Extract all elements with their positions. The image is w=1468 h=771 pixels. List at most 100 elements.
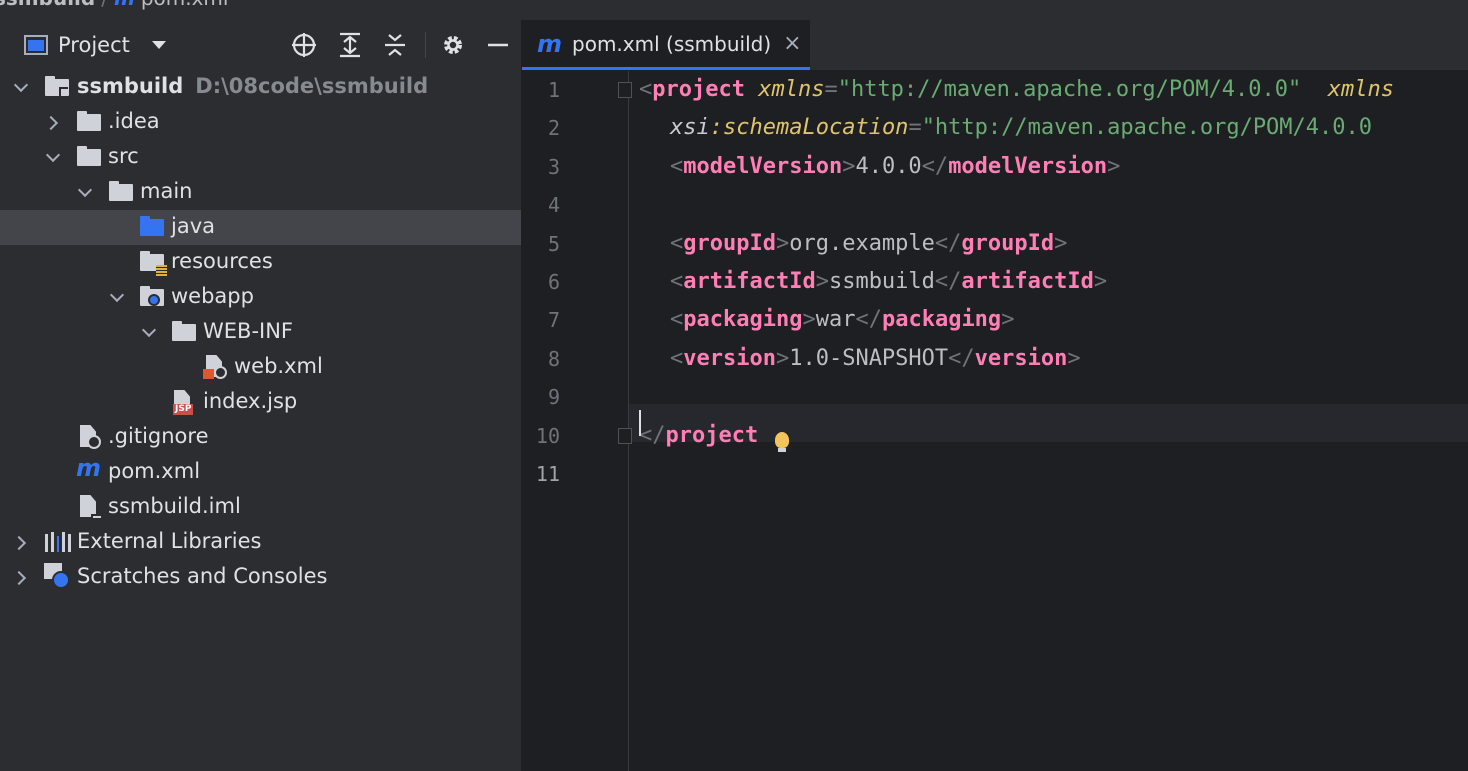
- web-xml-file-icon: [203, 355, 227, 379]
- jsp-file-icon: JSP: [171, 390, 195, 415]
- tree-item-label: External Libraries: [77, 529, 262, 553]
- line-number: 11: [535, 462, 560, 486]
- tree-item-label: java: [171, 214, 215, 238]
- line-number: 5: [547, 232, 560, 256]
- chevron-down-icon: [151, 41, 166, 49]
- tree-item-label: index.jsp: [203, 389, 298, 413]
- tree-item-webapp[interactable]: webapp: [0, 280, 521, 315]
- editor-area: m pom.xml (ssmbuild) × 1 2 3 4 5 6 7 8 9…: [522, 20, 1468, 771]
- code-line-7: <packaging>war</packaging>: [670, 307, 1015, 332]
- chevron-right-icon[interactable]: [47, 116, 59, 128]
- project-tool-window: Project ssmbuild D:\08code\ssmbuild .ide…: [0, 20, 522, 771]
- tree-item-web-xml[interactable]: web.xml: [0, 350, 521, 385]
- tree-item-label: webapp: [171, 284, 254, 308]
- expand-all-button[interactable]: [335, 30, 365, 60]
- tree-item-java[interactable]: java: [0, 210, 521, 245]
- tree-item-label: web.xml: [234, 354, 323, 378]
- code-line-1: <project xmlns="http://maven.apache.org/…: [639, 77, 1395, 102]
- chevron-down-icon[interactable]: [78, 186, 90, 198]
- text-cursor: [639, 410, 641, 436]
- folder-icon: [77, 145, 101, 169]
- module-folder-icon: [45, 75, 69, 99]
- chevron-down-icon[interactable]: [14, 81, 26, 93]
- line-number: 2: [547, 116, 560, 140]
- maven-icon: m: [76, 454, 102, 482]
- source-folder-icon: [140, 215, 164, 239]
- iml-file-icon: [77, 495, 101, 519]
- code-line-2: xsi:schemaLocation="http://maven.apache.…: [670, 115, 1373, 140]
- fold-marker-icon[interactable]: [618, 82, 632, 98]
- code-line-8: <version>1.0-SNAPSHOT</version>: [670, 346, 1081, 371]
- tree-item-gitignore[interactable]: .gitignore: [0, 420, 521, 455]
- chevron-right-icon[interactable]: [15, 536, 27, 548]
- line-number: 4: [547, 193, 560, 217]
- line-number: 1: [547, 78, 560, 102]
- tree-item-label: WEB-INF: [203, 319, 293, 343]
- tree-item-label: pom.xml: [108, 459, 201, 483]
- tree-item-label: Scratches and Consoles: [77, 564, 328, 588]
- tree-item-resources[interactable]: resources: [0, 245, 521, 280]
- hide-panel-button[interactable]: [483, 30, 513, 60]
- breadcrumb-file[interactable]: pom.xml: [141, 0, 229, 10]
- tree-item-scratches[interactable]: Scratches and Consoles: [0, 560, 521, 595]
- code-line-3: <modelVersion>4.0.0</modelVersion>: [670, 154, 1121, 179]
- tree-item-label: ssmbuild.iml: [108, 494, 241, 518]
- chevron-down-icon[interactable]: [142, 326, 154, 338]
- maven-icon: m: [537, 29, 563, 58]
- crosshair-icon: [292, 33, 316, 57]
- tree-item-label: main: [140, 179, 193, 203]
- project-view-selector[interactable]: Project: [24, 32, 166, 58]
- line-number: 3: [547, 155, 560, 179]
- minimize-icon: [488, 43, 508, 47]
- tree-item-label: resources: [171, 249, 273, 273]
- tree-item-ssmbuild[interactable]: ssmbuild D:\08code\ssmbuild: [0, 70, 521, 105]
- tab-label: pom.xml (ssmbuild): [572, 31, 772, 56]
- collapse-all-button[interactable]: [380, 30, 410, 60]
- folder-icon: [172, 320, 196, 344]
- tree-item-main[interactable]: main: [0, 175, 521, 210]
- gear-icon: [444, 36, 462, 54]
- tree-item-pom-xml[interactable]: m pom.xml: [0, 455, 521, 490]
- web-folder-icon: [140, 285, 164, 309]
- project-panel-title: Project: [58, 33, 130, 57]
- expand-all-icon: [340, 32, 360, 58]
- code-editor[interactable]: <project xmlns="http://maven.apache.org/…: [629, 71, 1468, 771]
- options-button[interactable]: [438, 30, 468, 60]
- breadcrumb-project[interactable]: ssmbuild: [0, 0, 95, 10]
- code-line-10: </project: [639, 423, 759, 448]
- fold-marker-icon[interactable]: [618, 428, 632, 444]
- project-window-icon: [24, 35, 48, 55]
- tree-item-web-inf[interactable]: WEB-INF: [0, 315, 521, 350]
- code-line-6: <artifactId>ssmbuild</artifactId>: [670, 269, 1108, 294]
- tree-item-label: src: [108, 144, 139, 168]
- tree-item-idea[interactable]: .idea: [0, 105, 521, 140]
- library-icon: [45, 530, 71, 552]
- tree-item-label: ssmbuild: [77, 74, 184, 98]
- tree-item-ssmbuild-iml[interactable]: ssmbuild.iml: [0, 490, 521, 525]
- tree-item-label: .gitignore: [108, 424, 209, 448]
- tab-pom-xml[interactable]: m pom.xml (ssmbuild) ×: [522, 20, 810, 70]
- navigation-breadcrumb: ssmbuild/mpom.xml: [0, 0, 1468, 20]
- line-number: 7: [547, 308, 560, 332]
- lightbulb-icon[interactable]: [775, 432, 789, 452]
- chevron-down-icon[interactable]: [110, 291, 122, 303]
- line-number: 8: [547, 347, 560, 371]
- tree-item-index-jsp[interactable]: JSP index.jsp: [0, 385, 521, 420]
- tree-item-external-libraries[interactable]: External Libraries: [0, 525, 521, 560]
- project-panel-header: Project: [0, 20, 521, 70]
- chevron-right-icon[interactable]: [15, 571, 27, 583]
- close-icon[interactable]: ×: [783, 31, 801, 56]
- chevron-down-icon[interactable]: [46, 151, 58, 163]
- project-path: D:\08code\ssmbuild: [195, 74, 429, 98]
- folder-icon: [77, 110, 101, 134]
- editor-tab-bar: m pom.xml (ssmbuild) ×: [522, 20, 1468, 71]
- maven-icon: m: [114, 0, 135, 10]
- resources-folder-icon: [140, 250, 167, 276]
- select-opened-file-button[interactable]: [289, 30, 319, 60]
- line-number: 10: [535, 424, 560, 448]
- tree-item-src[interactable]: src: [0, 140, 521, 175]
- toolbar-divider: [425, 32, 426, 58]
- line-number: 6: [547, 270, 560, 294]
- tree-item-label: .idea: [108, 109, 160, 133]
- line-number: 9: [547, 385, 560, 409]
